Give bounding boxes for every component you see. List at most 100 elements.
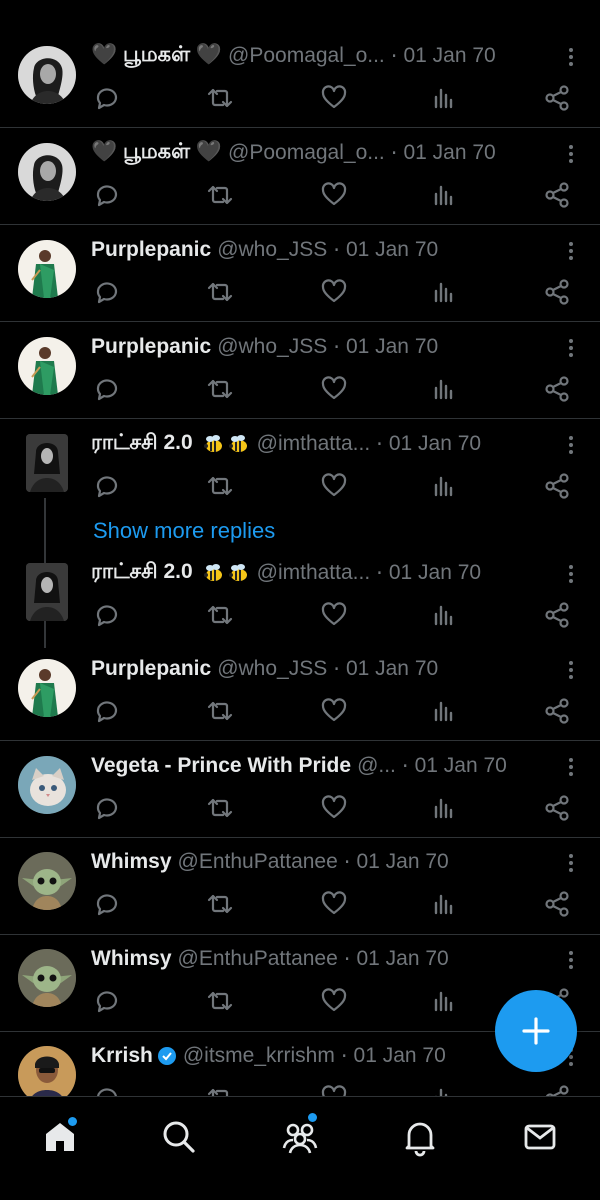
views-button[interactable] — [429, 471, 459, 501]
user-handle[interactable]: @Poomagal_o... — [228, 44, 385, 68]
share-button[interactable] — [542, 889, 572, 919]
views-button[interactable] — [429, 889, 459, 919]
user-handle[interactable]: @EnthuPattanee — [178, 947, 338, 971]
timestamp[interactable]: 01 Jan 70 — [403, 141, 495, 165]
more-options-icon[interactable] — [566, 658, 576, 682]
timestamp[interactable]: 01 Jan 70 — [346, 335, 438, 359]
display-name[interactable]: Purplepanic — [91, 335, 211, 359]
user-handle[interactable]: @EnthuPattanee — [178, 850, 338, 874]
compose-button[interactable] — [495, 990, 577, 1072]
timestamp[interactable]: 01 Jan 70 — [356, 947, 448, 971]
nav-search[interactable] — [157, 1115, 201, 1159]
retweet-button[interactable] — [205, 793, 235, 823]
views-button[interactable] — [429, 600, 459, 630]
more-options-icon[interactable] — [566, 239, 576, 263]
views-button[interactable] — [429, 277, 459, 307]
retweet-button[interactable] — [205, 374, 235, 404]
reply-button[interactable] — [91, 793, 121, 823]
display-name[interactable]: 🖤 பூமகள் 🖤 — [91, 43, 222, 69]
like-button[interactable] — [319, 889, 349, 919]
views-button[interactable] — [429, 83, 459, 113]
retweet-button[interactable] — [205, 986, 235, 1016]
timestamp[interactable]: 01 Jan 70 — [415, 754, 507, 778]
more-options-icon[interactable] — [566, 851, 576, 875]
user-handle[interactable]: @who_JSS — [217, 335, 327, 359]
avatar[interactable] — [18, 852, 76, 910]
retweet-button[interactable] — [205, 600, 235, 630]
timestamp[interactable]: 01 Jan 70 — [346, 238, 438, 262]
more-options-icon[interactable] — [566, 433, 576, 457]
avatar[interactable] — [18, 143, 76, 201]
more-options-icon[interactable] — [566, 336, 576, 360]
nav-home[interactable] — [38, 1115, 82, 1159]
share-button[interactable] — [542, 83, 572, 113]
user-handle[interactable]: @Poomagal_o... — [228, 141, 385, 165]
user-handle[interactable]: @itsme_krrishm — [183, 1044, 335, 1068]
display-name[interactable]: Purplepanic — [91, 657, 211, 681]
like-button[interactable] — [319, 374, 349, 404]
display-name[interactable]: ராட்சசி 2.0 — [91, 560, 193, 586]
like-button[interactable] — [319, 696, 349, 726]
timestamp[interactable]: 01 Jan 70 — [403, 44, 495, 68]
views-button[interactable] — [429, 793, 459, 823]
avatar[interactable] — [18, 756, 76, 814]
user-handle[interactable]: @... — [357, 754, 396, 778]
display-name[interactable]: Purplepanic — [91, 238, 211, 262]
share-button[interactable] — [542, 793, 572, 823]
display-name[interactable]: Whimsy — [91, 850, 172, 874]
like-button[interactable] — [319, 471, 349, 501]
like-button[interactable] — [319, 180, 349, 210]
share-button[interactable] — [542, 180, 572, 210]
timestamp[interactable]: 01 Jan 70 — [346, 657, 438, 681]
more-options-icon[interactable] — [566, 45, 576, 69]
retweet-button[interactable] — [205, 277, 235, 307]
like-button[interactable] — [319, 600, 349, 630]
reply-button[interactable] — [91, 696, 121, 726]
reply-button[interactable] — [91, 986, 121, 1016]
nav-communities[interactable] — [278, 1113, 322, 1159]
like-button[interactable] — [319, 986, 349, 1016]
avatar[interactable] — [18, 659, 76, 717]
share-button[interactable] — [542, 600, 572, 630]
show-more-replies-link[interactable]: Show more replies — [93, 518, 275, 544]
more-options-icon[interactable] — [566, 142, 576, 166]
reply-button[interactable] — [91, 180, 121, 210]
reply-button[interactable] — [91, 471, 121, 501]
user-handle[interactable]: @imthatta... — [257, 432, 371, 456]
more-options-icon[interactable] — [566, 755, 576, 779]
avatar[interactable] — [26, 563, 68, 621]
views-button[interactable] — [429, 986, 459, 1016]
timestamp[interactable]: 01 Jan 70 — [354, 1044, 446, 1068]
timestamp[interactable]: 01 Jan 70 — [356, 850, 448, 874]
avatar[interactable] — [18, 240, 76, 298]
avatar[interactable] — [18, 337, 76, 395]
user-handle[interactable]: @who_JSS — [217, 657, 327, 681]
more-options-icon[interactable] — [566, 562, 576, 586]
retweet-button[interactable] — [205, 83, 235, 113]
more-options-icon[interactable] — [566, 948, 576, 972]
reply-button[interactable] — [91, 600, 121, 630]
views-button[interactable] — [429, 696, 459, 726]
views-button[interactable] — [429, 180, 459, 210]
reply-button[interactable] — [91, 889, 121, 919]
timestamp[interactable]: 01 Jan 70 — [389, 432, 481, 456]
reply-button[interactable] — [91, 277, 121, 307]
retweet-button[interactable] — [205, 696, 235, 726]
retweet-button[interactable] — [205, 889, 235, 919]
share-button[interactable] — [542, 471, 572, 501]
share-button[interactable] — [542, 277, 572, 307]
retweet-button[interactable] — [205, 471, 235, 501]
avatar[interactable] — [18, 949, 76, 1007]
views-button[interactable] — [429, 374, 459, 404]
display-name[interactable]: ராட்சசி 2.0 — [91, 431, 193, 457]
display-name[interactable]: Vegeta - Prince With Pride — [91, 754, 351, 778]
display-name[interactable]: 🖤 பூமகள் 🖤 — [91, 140, 222, 166]
reply-button[interactable] — [91, 374, 121, 404]
display-name[interactable]: Whimsy — [91, 947, 172, 971]
avatar[interactable] — [26, 434, 68, 492]
display-name[interactable]: Krrish — [91, 1044, 153, 1068]
reply-button[interactable] — [91, 83, 121, 113]
avatar[interactable] — [18, 46, 76, 104]
like-button[interactable] — [319, 277, 349, 307]
nav-messages[interactable] — [518, 1115, 562, 1159]
